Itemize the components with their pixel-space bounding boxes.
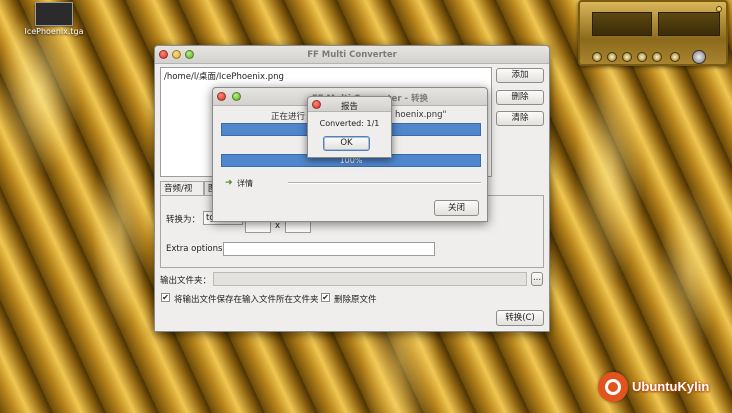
- ok-button[interactable]: OK: [323, 136, 370, 151]
- file-list-item[interactable]: /home/l/桌面/IcePhoenix.png: [164, 70, 488, 82]
- main-titlebar: FF Multi Converter: [155, 46, 549, 64]
- player-play-button[interactable]: [607, 52, 617, 62]
- convert-to-label: 转换为：: [166, 215, 201, 225]
- save-in-input-folder-label: 将输出文件保存在输入文件所在文件夹: [174, 295, 319, 305]
- image-thumbnail-icon: [35, 2, 73, 26]
- player-pause-button[interactable]: [622, 52, 632, 62]
- report-message: Converted: 1/1: [319, 119, 380, 128]
- output-folder-label: 输出文件夹：: [160, 276, 212, 286]
- add-button[interactable]: 添加: [496, 68, 544, 83]
- browse-button[interactable]: ...: [531, 272, 543, 286]
- brand-text: UbuntuKylin: [632, 379, 710, 394]
- report-titlebar: 报告: [308, 97, 391, 112]
- clear-button[interactable]: 清除: [496, 111, 544, 126]
- save-in-input-folder-checkbox[interactable]: ✔: [161, 293, 170, 302]
- player-stop-button[interactable]: [637, 52, 647, 62]
- player-eject-button[interactable]: [670, 52, 680, 62]
- details-label[interactable]: 详情: [237, 178, 253, 189]
- player-playlist-display: [658, 12, 720, 36]
- desktop-file-icon[interactable]: IcePhoenix.tga: [24, 2, 84, 36]
- output-folder-field[interactable]: [213, 272, 527, 286]
- player-display: [592, 12, 652, 36]
- report-dialog: 报告 Converted: 1/1 OK: [307, 96, 392, 158]
- extra-options-label: Extra options:: [166, 244, 226, 254]
- details-arrow-icon[interactable]: ➜: [225, 178, 233, 188]
- player-volume-knob[interactable]: [692, 50, 706, 64]
- status-prefix: 正在进行: [271, 112, 306, 122]
- remove-button[interactable]: 删除: [496, 90, 544, 105]
- close-icon[interactable]: [217, 92, 226, 101]
- maximize-icon[interactable]: [232, 92, 241, 101]
- status-suffix: hoenix.png": [395, 110, 447, 120]
- player-next-button[interactable]: [652, 52, 662, 62]
- desktop-icon-label: IcePhoenix.tga: [24, 27, 84, 36]
- delete-original-label: 删除原文件: [334, 295, 377, 305]
- report-title: 报告: [340, 102, 358, 112]
- ubuntu-logo-icon: [598, 372, 628, 402]
- extra-options-field[interactable]: [223, 242, 435, 256]
- tab-audio-video[interactable]: 音频/视频: [160, 181, 204, 208]
- close-button[interactable]: 关闭: [434, 200, 479, 216]
- media-player-widget[interactable]: [578, 0, 728, 66]
- size-separator: x: [275, 221, 281, 231]
- details-separator: [288, 182, 481, 184]
- player-prev-button[interactable]: [592, 52, 602, 62]
- delete-original-checkbox[interactable]: ✔: [321, 293, 330, 302]
- window-title: FF Multi Converter: [307, 50, 397, 60]
- convert-button[interactable]: 转换(C): [496, 310, 544, 326]
